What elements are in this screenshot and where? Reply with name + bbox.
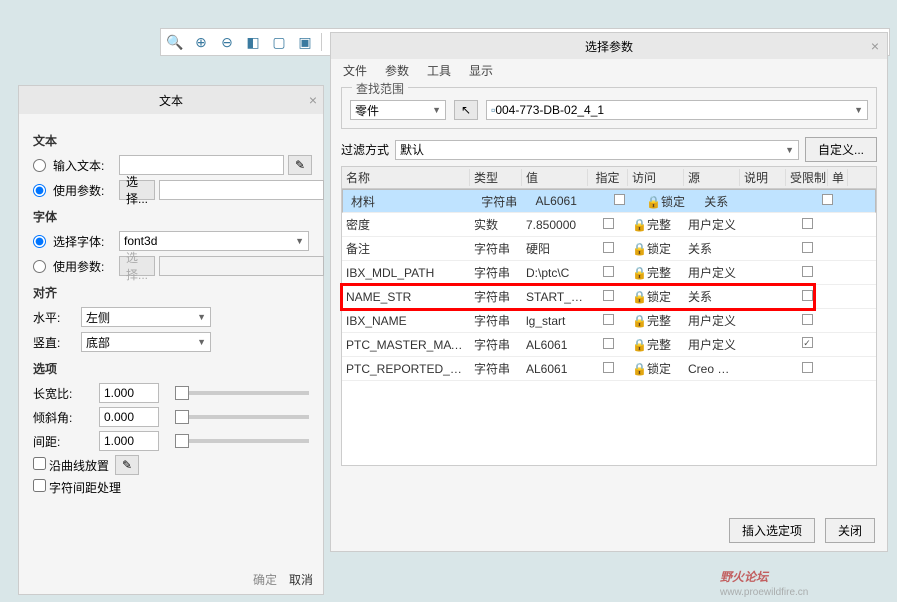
insert-selected-button[interactable]: 插入选定项	[729, 518, 815, 543]
angle-field[interactable]	[99, 407, 159, 427]
close-icon[interactable]: ×	[309, 92, 317, 108]
close-button[interactable]: 关闭	[825, 518, 875, 543]
lock-icon: 🔒	[632, 218, 647, 232]
section-font: 字体	[33, 208, 309, 225]
col-name[interactable]: 名称	[342, 169, 470, 186]
box-icon[interactable]: ▢	[269, 32, 289, 52]
v-align-select[interactable]: 底部▼	[81, 332, 211, 352]
filter-label: 过滤方式	[341, 141, 389, 158]
table-row[interactable]: IBX_MDL_PATH字符串D:\ptc\C🔒完整用户定义	[342, 261, 876, 285]
col-spec[interactable]: 指定	[588, 169, 628, 186]
param-table: 名称 类型 值 指定 访问 源 说明 受限制 单 材料字符串AL6061🔒锁定关…	[341, 166, 877, 466]
param-dialog-titlebar: 选择参数 ×	[331, 33, 887, 59]
table-row[interactable]: 材料字符串AL6061🔒锁定关系	[342, 189, 876, 213]
param-menubar: 文件 参数 工具 显示	[331, 59, 887, 81]
section-align: 对齐	[33, 284, 309, 301]
lock-icon: 🔒	[632, 314, 647, 328]
lock-icon: 🔒	[632, 290, 647, 304]
h-align-label: 水平:	[33, 309, 77, 326]
search-icon[interactable]: 🔍	[165, 32, 185, 52]
filter-select[interactable]: 默认▼	[395, 140, 799, 160]
v-align-label: 竖直:	[33, 334, 77, 351]
pick-icon[interactable]: ↖	[454, 100, 478, 120]
along-curve-check[interactable]: 沿曲线放置	[33, 457, 109, 474]
spacing-slider[interactable]	[175, 439, 309, 443]
font-use-param-radio[interactable]: 使用参数:	[33, 258, 115, 275]
box2-icon[interactable]: ▣	[295, 32, 315, 52]
menu-file[interactable]: 文件	[343, 62, 367, 79]
close-icon[interactable]: ×	[871, 38, 879, 54]
param-dialog-title: 选择参数	[585, 38, 633, 55]
ok-button[interactable]: 确定	[253, 571, 277, 588]
use-param-radio[interactable]: 使用参数:	[33, 182, 115, 199]
col-access[interactable]: 访问	[628, 169, 684, 186]
chevron-down-icon: ▼	[785, 145, 794, 155]
zoom-in-icon[interactable]: ⊕	[191, 32, 211, 52]
text-dialog-title: 文本	[159, 92, 183, 109]
h-align-select[interactable]: 左侧▼	[81, 307, 211, 327]
custom-filter-button[interactable]: 自定义...	[805, 137, 877, 162]
aspect-slider[interactable]	[175, 391, 309, 395]
table-row[interactable]: IBX_NAME字符串lg_start🔒完整用户定义	[342, 309, 876, 333]
lock-icon: 🔒	[632, 242, 647, 256]
chevron-down-icon: ▼	[197, 337, 206, 347]
col-limited[interactable]: 受限制	[786, 169, 828, 186]
lock-icon: 🔒	[646, 195, 661, 209]
col-value[interactable]: 值	[522, 169, 588, 186]
table-header: 名称 类型 值 指定 访问 源 说明 受限制 单	[342, 167, 876, 189]
aspect-field[interactable]	[99, 383, 159, 403]
menu-param[interactable]: 参数	[385, 62, 409, 79]
chevron-down-icon: ▼	[432, 105, 441, 115]
col-unit[interactable]: 单	[828, 169, 848, 186]
scope-type-select[interactable]: 零件▼	[350, 100, 446, 120]
spacing-label: 间距:	[33, 433, 93, 450]
chevron-down-icon: ▼	[854, 105, 863, 115]
table-row[interactable]: PTC_MASTER_MATERIAL字符串AL6061🔒完整用户定义	[342, 333, 876, 357]
col-desc[interactable]: 说明	[740, 169, 786, 186]
section-options: 选项	[33, 360, 309, 377]
char-space-check[interactable]: 字符间距处理	[33, 479, 121, 496]
section-text: 文本	[33, 132, 309, 149]
menu-display[interactable]: 显示	[469, 62, 493, 79]
select-font-radio[interactable]: 选择字体:	[33, 233, 115, 250]
text-dialog: 文本 × 文本 输入文本: ✎ 使用参数: 选择... 字体 选择字体: fon…	[18, 85, 324, 595]
fit-icon[interactable]: ◧	[243, 32, 263, 52]
zoom-out-icon[interactable]: ⊖	[217, 32, 237, 52]
aspect-label: 长宽比:	[33, 385, 93, 402]
param-display-field[interactable]	[159, 180, 324, 200]
table-row[interactable]: 密度实数7.850000🔒完整用户定义	[342, 213, 876, 237]
select-param-button[interactable]: 选择...	[119, 180, 155, 200]
toolbar-sep	[321, 33, 322, 51]
find-scope-box: 查找范围 零件▼ ↖ ▫ 004-773-DB-02_4_1▼	[341, 87, 877, 129]
spacing-field[interactable]	[99, 431, 159, 451]
chevron-down-icon: ▼	[197, 312, 206, 322]
table-row[interactable]: PTC_REPORTED_MATERIAL字符串AL6061🔒锁定Creo Pa…	[342, 357, 876, 381]
curve-pick-button[interactable]: ✎	[115, 455, 139, 475]
text-dialog-titlebar: 文本 ×	[19, 86, 323, 114]
input-text-radio[interactable]: 输入文本:	[33, 157, 115, 174]
glyph-button[interactable]: ✎	[288, 155, 312, 175]
col-source[interactable]: 源	[684, 169, 740, 186]
angle-slider[interactable]	[175, 415, 309, 419]
lock-icon: 🔒	[632, 338, 647, 352]
menu-tools[interactable]: 工具	[427, 62, 451, 79]
font-select[interactable]: font3d▼	[119, 231, 309, 251]
font-select-param-button[interactable]: 选择...	[119, 256, 155, 276]
scope-path-select[interactable]: ▫ 004-773-DB-02_4_1▼	[486, 100, 868, 120]
watermark: 野火论坛 www.proewildfire.cn	[720, 561, 808, 598]
chevron-down-icon: ▼	[295, 236, 304, 246]
cancel-button[interactable]: 取消	[289, 571, 313, 588]
table-row[interactable]: NAME_STR字符串START_PA🔒锁定关系	[342, 285, 876, 309]
table-row[interactable]: 备注字符串硬阳🔒锁定关系	[342, 237, 876, 261]
col-type[interactable]: 类型	[470, 169, 522, 186]
input-text-field[interactable]	[119, 155, 284, 175]
lock-icon: 🔒	[632, 266, 647, 280]
param-dialog: 选择参数 × 文件 参数 工具 显示 查找范围 零件▼ ↖ ▫ 004-773-…	[330, 32, 888, 552]
lock-icon: 🔒	[632, 362, 647, 376]
font-param-field	[159, 256, 324, 276]
angle-label: 倾斜角:	[33, 409, 93, 426]
find-scope-label: 查找范围	[352, 80, 408, 97]
